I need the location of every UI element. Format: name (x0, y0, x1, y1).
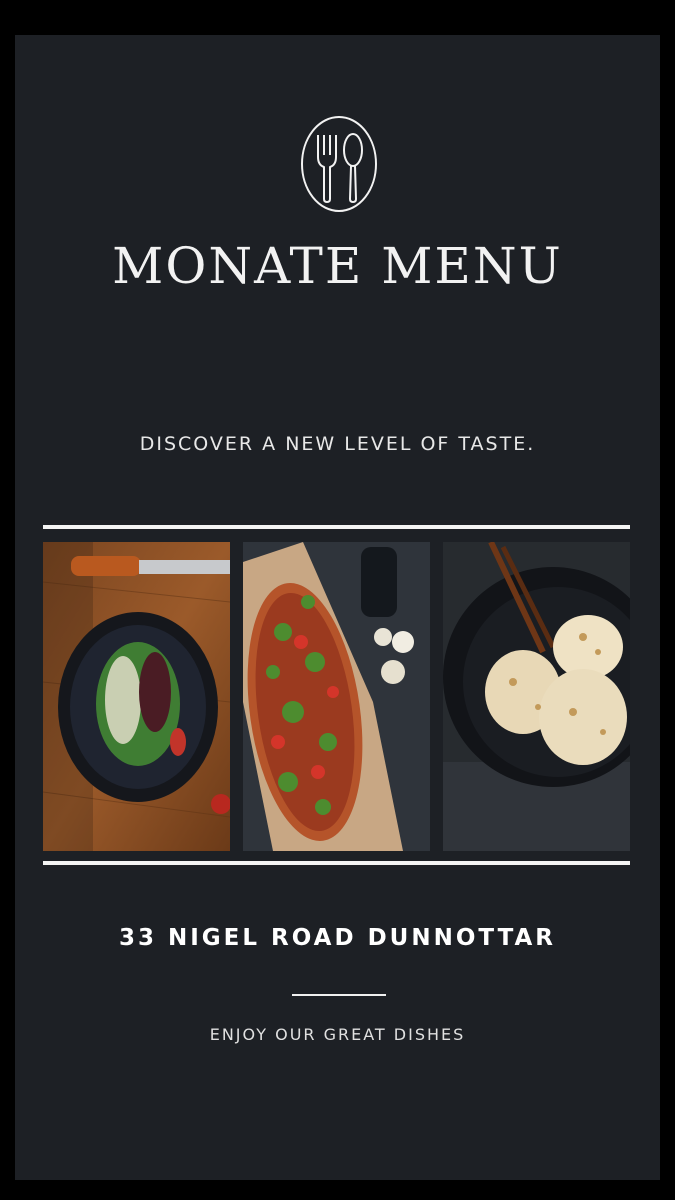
top-divider-line (43, 525, 630, 529)
menu-title: MONATE MENU (112, 237, 563, 295)
address: 33 NIGEL ROAD DUNNOTTAR (118, 925, 557, 951)
salad-plate-photo (43, 542, 230, 851)
fork-spoon-icon (300, 115, 378, 213)
tagline: DISCOVER A NEW LEVEL OF TASTE. (139, 433, 536, 455)
bottom-divider-line (43, 861, 630, 865)
pizza-photo (243, 542, 430, 851)
food-photo-strip (43, 542, 630, 851)
ice-cream-bowl-photo (443, 542, 630, 851)
footer-slogan: ENJOY OUR GREAT DISHES (209, 1025, 466, 1044)
short-divider (292, 994, 386, 996)
menu-card: MONATE MENU DISCOVER A NEW LEVEL OF TAST… (15, 35, 660, 1180)
